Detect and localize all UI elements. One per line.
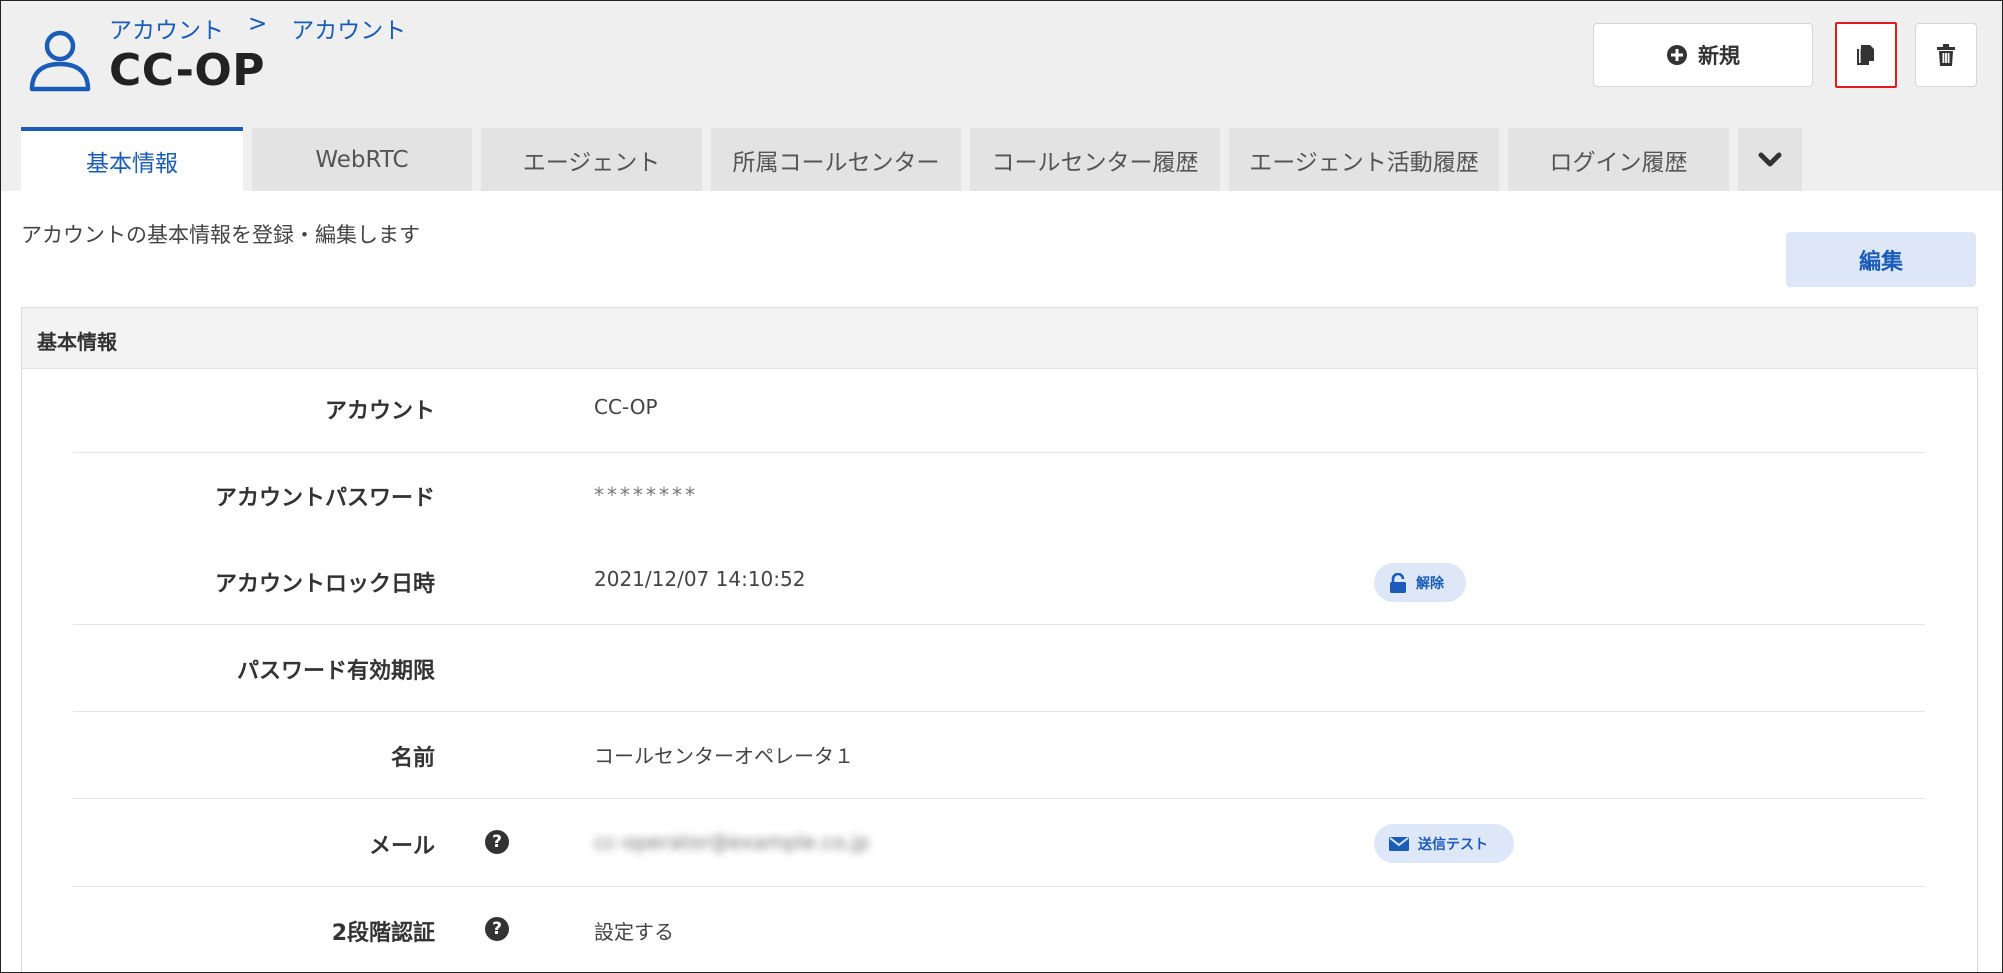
- breadcrumb-item-account-current[interactable]: アカウント: [291, 11, 406, 45]
- send-test-button-label: 送信テスト: [1418, 836, 1488, 853]
- help-icon[interactable]: ?: [485, 830, 509, 854]
- tab-basic-info[interactable]: 基本情報: [21, 127, 243, 191]
- page-description: アカウントの基本情報を登録・編集します: [21, 223, 420, 247]
- row-divider: [73, 711, 1925, 712]
- row-divider: [73, 452, 1925, 453]
- row-value-account-password: ********: [594, 483, 698, 507]
- delete-button[interactable]: [1915, 23, 1977, 87]
- tab-more-button[interactable]: [1738, 128, 1802, 191]
- row-value-account: CC-OP: [594, 395, 658, 419]
- tab-agent-activity-history[interactable]: エージェント活動履歴: [1229, 128, 1499, 191]
- panel-header: 基本情報: [22, 308, 1977, 369]
- user-icon: [29, 30, 91, 92]
- row-label-account-lock-datetime: アカウントロック日時: [214, 572, 435, 597]
- tab-agent[interactable]: エージェント: [481, 128, 702, 191]
- unlock-button-label: 解除: [1416, 575, 1444, 592]
- row-value-name: コールセンターオペレータ１: [594, 744, 854, 768]
- page-title: CC-OP: [109, 45, 266, 96]
- app-frame: アカウント > アカウント CC-OP 新規 基本情報 WebRTC エージェン…: [0, 0, 2003, 973]
- copy-button[interactable]: [1835, 22, 1897, 88]
- row-label-account: アカウント: [324, 399, 435, 424]
- row-value-two-step-auth: 設定する: [594, 920, 674, 944]
- row-divider: [73, 624, 1925, 625]
- basic-info-panel: 基本情報: [21, 307, 1978, 972]
- chevron-down-icon: [1758, 152, 1782, 166]
- edit-button[interactable]: 編集: [1786, 232, 1976, 287]
- row-divider: [73, 798, 1925, 799]
- panel-title: 基本情報: [37, 330, 117, 354]
- breadcrumb: アカウント > アカウント: [109, 11, 406, 45]
- unlock-button[interactable]: 解除: [1374, 563, 1466, 602]
- tab-webrtc[interactable]: WebRTC: [252, 128, 472, 191]
- envelope-icon: [1389, 836, 1409, 851]
- tab-login-history[interactable]: ログイン履歴: [1508, 128, 1729, 191]
- breadcrumb-item-account[interactable]: アカウント: [109, 11, 224, 45]
- breadcrumb-separator: >: [248, 11, 268, 37]
- new-button[interactable]: 新規: [1593, 23, 1813, 87]
- help-icon[interactable]: ?: [485, 917, 509, 941]
- row-divider: [73, 886, 1925, 887]
- row-label-account-password: アカウントパスワード: [214, 486, 435, 511]
- row-value-email: cc-operator@example.co.jp: [594, 830, 870, 854]
- unlock-icon: [1390, 572, 1406, 593]
- new-button-label: 新規: [1698, 44, 1740, 68]
- page-header: アカウント > アカウント CC-OP 新規 基本情報 WebRTC エージェン…: [1, 1, 2002, 191]
- row-value-account-lock-datetime: 2021/12/07 14:10:52: [594, 567, 806, 591]
- row-label-password-expiry: パスワード有効期限: [236, 659, 435, 684]
- trash-icon: [1937, 44, 1955, 66]
- send-test-button[interactable]: 送信テスト: [1374, 824, 1514, 863]
- tab-call-center-history[interactable]: コールセンター履歴: [970, 128, 1220, 191]
- row-label-email: メール: [368, 834, 435, 859]
- plus-circle-icon: [1667, 45, 1687, 65]
- row-label-name: 名前: [390, 746, 435, 771]
- tab-affiliated-call-center[interactable]: 所属コールセンター: [711, 128, 961, 191]
- copy-icon: [1857, 45, 1874, 65]
- row-label-two-step-auth: 2段階認証: [331, 921, 435, 946]
